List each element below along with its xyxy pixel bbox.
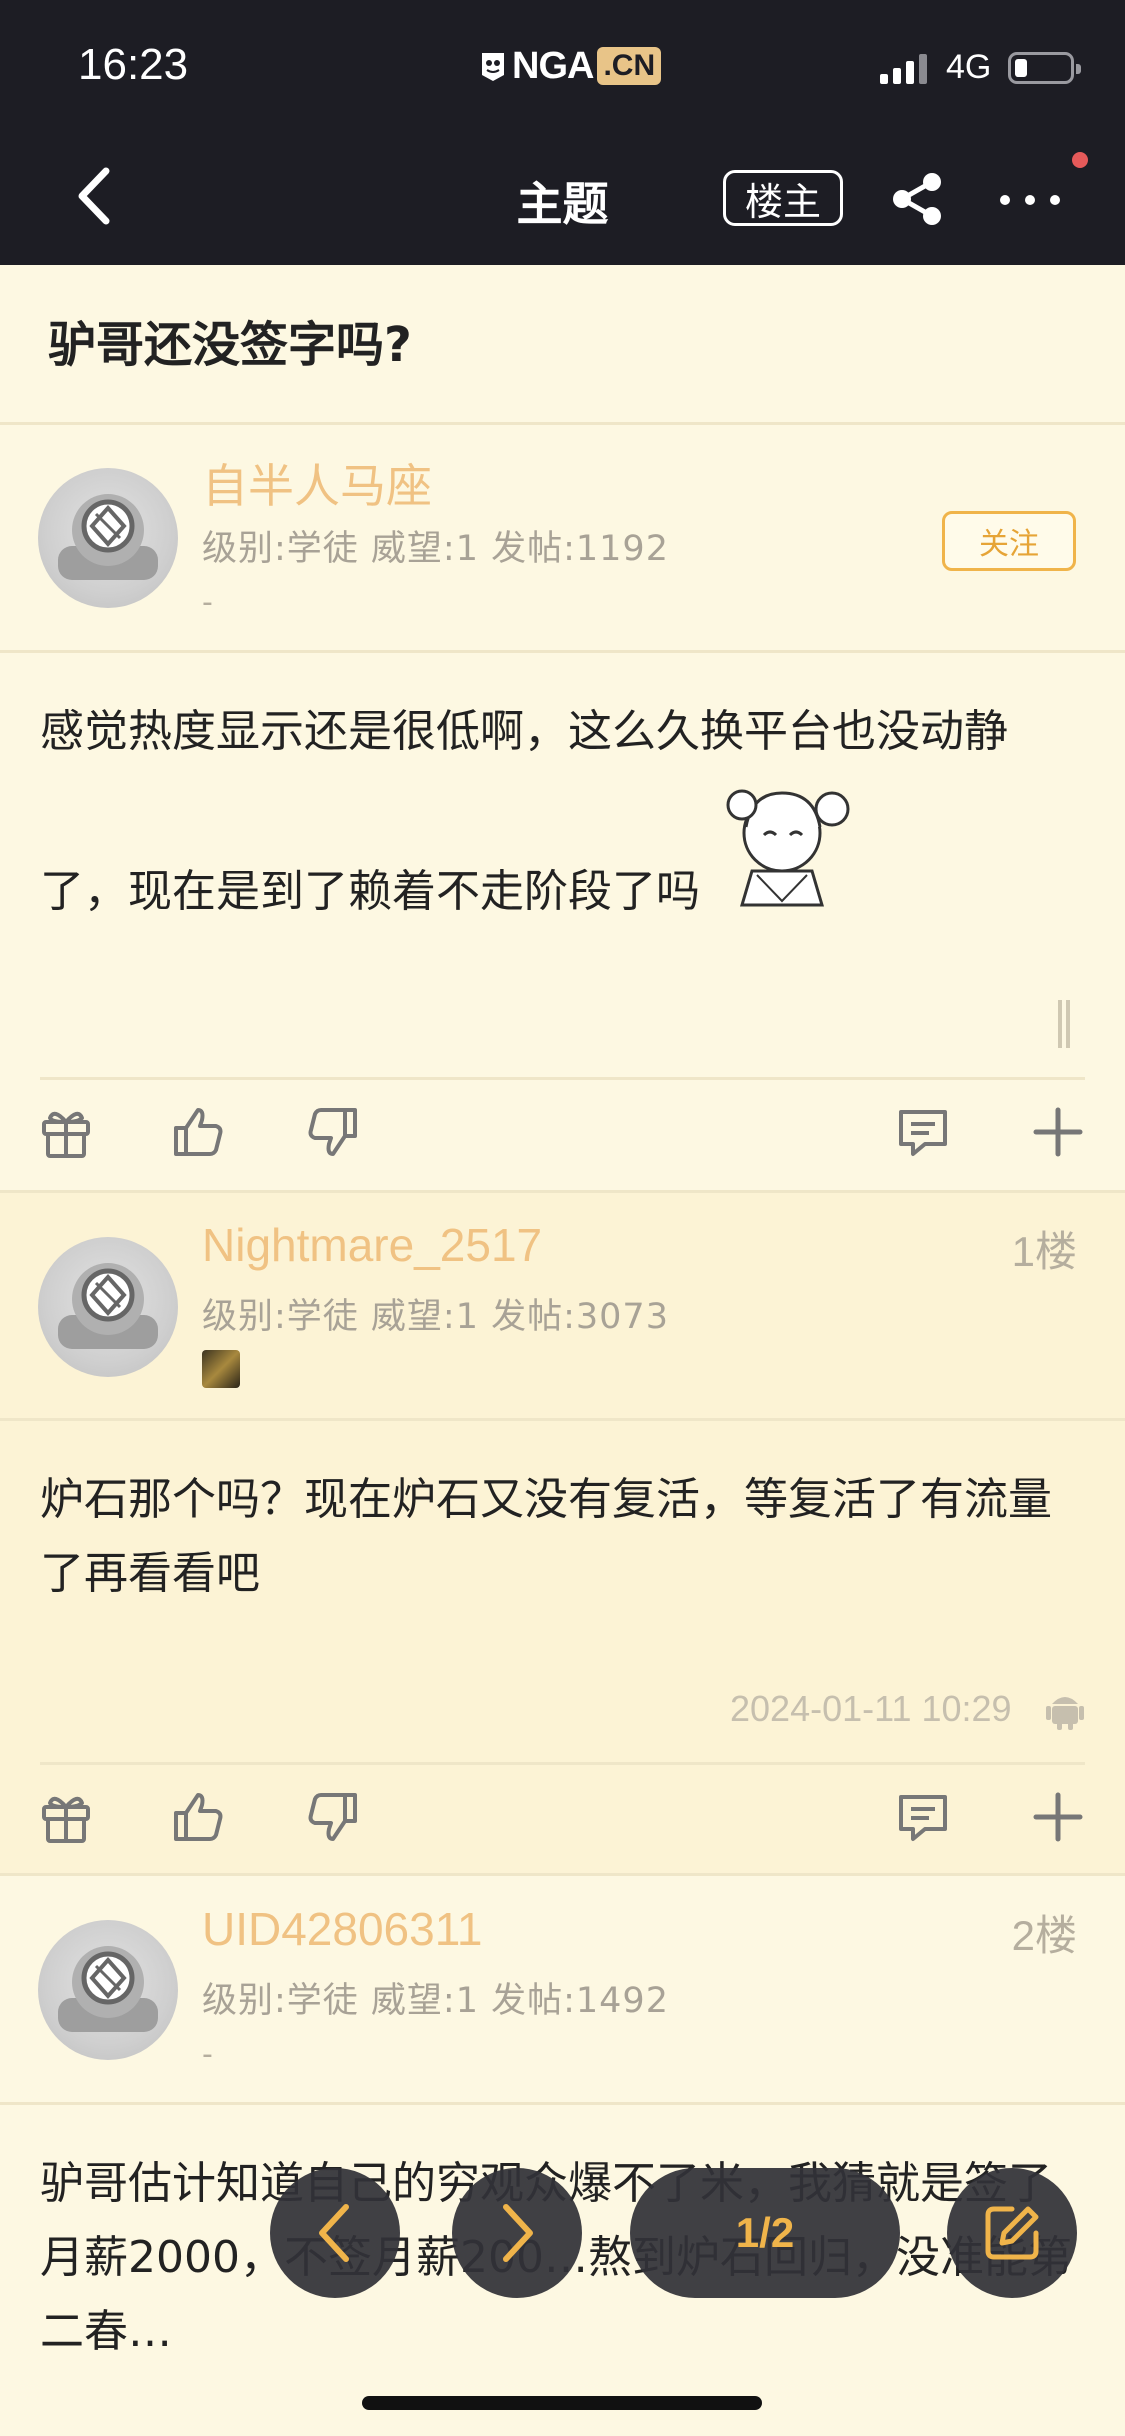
- gift-button[interactable]: [38, 1104, 94, 1160]
- scroll-handle[interactable]: [1058, 1000, 1072, 1048]
- thread-title: 驴哥还没签字吗?: [48, 317, 412, 373]
- post-content-line: 了再看看吧: [40, 1548, 260, 1599]
- dislike-button[interactable]: [305, 1789, 361, 1845]
- prev-icon: [319, 2204, 349, 2262]
- post-actions: [0, 1082, 1125, 1182]
- back-icon: [78, 167, 110, 225]
- comment-icon: [899, 1110, 947, 1156]
- nga-logo: NGA .CN: [478, 44, 662, 88]
- divider: [40, 1762, 1085, 1765]
- more-button[interactable]: [1000, 180, 1060, 220]
- notification-dot: [1072, 152, 1088, 168]
- follow-button[interactable]: 关注: [942, 511, 1076, 571]
- sticker-image: [712, 775, 862, 919]
- gift-icon: [42, 1111, 90, 1158]
- home-indicator[interactable]: [362, 2396, 762, 2410]
- avatar[interactable]: [38, 1920, 178, 2060]
- next-page-button[interactable]: [452, 2168, 582, 2298]
- diving-helmet-avatar-icon: [58, 1946, 158, 2032]
- comment-button[interactable]: [895, 1789, 951, 1845]
- logo-suffix: .CN: [597, 47, 662, 85]
- floor-number: 2楼: [1011, 1912, 1077, 1959]
- user-meta: 级别:学徒 威望:1 发帖:1192: [202, 529, 669, 569]
- divider: [0, 1418, 1125, 1421]
- gift-icon: [42, 1796, 90, 1843]
- comment-icon: [899, 1795, 947, 1841]
- share-button[interactable]: [888, 170, 946, 228]
- floor-number: 1楼: [1011, 1228, 1077, 1275]
- user-badge-icon: [202, 1350, 240, 1388]
- post-actions: [0, 1767, 1125, 1867]
- plus-icon: [1033, 1792, 1083, 1842]
- avatar[interactable]: [38, 468, 178, 608]
- like-button[interactable]: [170, 1789, 226, 1845]
- thumbs-down-icon: [308, 1108, 357, 1156]
- user-meta: 级别:学徒 威望:1 发帖:3073: [202, 1297, 669, 1337]
- divider: [0, 2102, 1125, 2105]
- nga-mascot-icon: [482, 53, 504, 81]
- diving-helmet-avatar-icon: [58, 1263, 158, 1349]
- logo-text: NGA: [512, 44, 594, 87]
- divider: [0, 1873, 1125, 1876]
- divider: [40, 1077, 1085, 1080]
- compose-button[interactable]: [947, 2168, 1077, 2298]
- avatar[interactable]: [38, 1237, 178, 1377]
- comment-button[interactable]: [895, 1104, 951, 1160]
- android-icon: [1046, 1688, 1084, 1734]
- thumbs-up-icon: [174, 1793, 223, 1841]
- post-content-line: 感觉热度显示还是很低啊，这么久换平台也没动静: [40, 706, 1008, 757]
- post-content-line: 炉石那个吗？现在炉石又没有复活，等复活了有流量: [40, 1474, 1052, 1525]
- thumbs-up-icon: [174, 1108, 223, 1156]
- top-bar: 16:23 NGA .CN 4G 主题 楼主: [0, 0, 1125, 265]
- back-button[interactable]: [70, 165, 120, 227]
- plus-icon: [1033, 1107, 1083, 1157]
- add-button[interactable]: [1030, 1789, 1086, 1845]
- username[interactable]: Nightmare_2517: [202, 1218, 542, 1272]
- username[interactable]: 自半人马座: [202, 450, 432, 516]
- diving-helmet-avatar-icon: [58, 494, 158, 580]
- dislike-button[interactable]: [305, 1104, 361, 1160]
- username[interactable]: UID42806311: [202, 1902, 482, 1956]
- post-timestamp: 2024-01-11 10:29: [730, 1688, 1012, 1729]
- page-title: 主题: [516, 177, 609, 231]
- like-button[interactable]: [170, 1104, 226, 1160]
- divider: [0, 650, 1125, 653]
- op-only-button[interactable]: 楼主: [723, 170, 843, 226]
- next-icon: [503, 2204, 533, 2262]
- user-meta: 级别:学徒 威望:1 发帖:1492: [202, 1981, 669, 2021]
- share-icon: [893, 173, 941, 225]
- post-content-line: 了，现在是到了赖着不走阶段了吗: [40, 866, 700, 917]
- prev-page-button[interactable]: [270, 2168, 400, 2298]
- user-signature: -: [202, 2037, 213, 2072]
- page-indicator[interactable]: 1/2: [630, 2168, 900, 2298]
- battery-icon: [1008, 52, 1081, 84]
- network-type: 4G: [946, 48, 992, 86]
- edit-icon: [985, 2206, 1039, 2260]
- add-button[interactable]: [1030, 1104, 1086, 1160]
- signal-icon: [880, 52, 927, 84]
- post-content-line: 二春…: [40, 2306, 172, 2357]
- user-signature: -: [202, 585, 213, 620]
- divider: [0, 422, 1125, 425]
- more-icon: [1000, 195, 1010, 205]
- status-time: 16:23: [78, 40, 189, 89]
- gift-button[interactable]: [38, 1789, 94, 1845]
- thumbs-down-icon: [308, 1793, 357, 1841]
